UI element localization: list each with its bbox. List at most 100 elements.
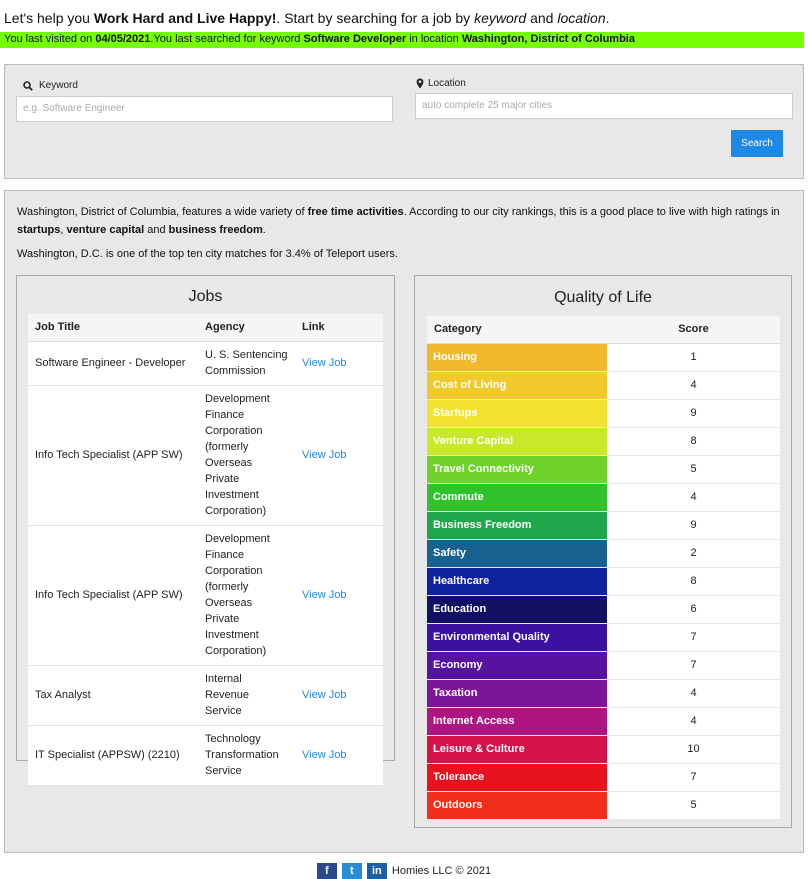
job-title: Info Tech Specialist (APP SW) bbox=[28, 385, 198, 526]
job-link-cell: View Job bbox=[295, 525, 383, 666]
qol-score: 2 bbox=[607, 539, 780, 568]
qol-category: Venture Capital bbox=[427, 427, 607, 456]
job-agency: Development Finance Corporation (formerl… bbox=[198, 525, 295, 666]
facebook-icon[interactable]: f bbox=[316, 863, 337, 879]
qol-title: Quality of Life bbox=[554, 289, 652, 306]
qol-row: Internet Access 4 bbox=[427, 707, 780, 736]
view-job-link[interactable]: View Job bbox=[302, 689, 346, 701]
search-button[interactable]: Search bbox=[731, 130, 783, 157]
qol-category: Taxation bbox=[427, 679, 607, 708]
qol-row: Outdoors 5 bbox=[427, 791, 780, 820]
location-input[interactable]: auto complete 25 major cities bbox=[415, 93, 793, 119]
qol-category: Safety bbox=[427, 539, 607, 568]
qol-row: Environmental Quality 7 bbox=[427, 623, 780, 652]
qol-row: Leisure & Culture 10 bbox=[427, 735, 780, 764]
qol-score: 10 bbox=[607, 735, 780, 764]
qol-row: Economy 7 bbox=[427, 651, 780, 680]
job-agency: Internal Revenue Service bbox=[198, 665, 295, 726]
search-panel: Keyword e.g. Software Engineer Location … bbox=[4, 64, 804, 179]
qol-category: Housing bbox=[427, 343, 607, 372]
qol-row: Tolerance 7 bbox=[427, 763, 780, 792]
qol-category: Cost of Living bbox=[427, 371, 607, 400]
view-job-link[interactable]: View Job bbox=[302, 449, 346, 461]
qol-category: Startups bbox=[427, 399, 607, 428]
job-link-cell: View Job bbox=[295, 341, 383, 386]
qol-score: 7 bbox=[607, 763, 780, 792]
qol-category: Environmental Quality bbox=[427, 623, 607, 652]
job-agency: U. S. Sentencing Commission bbox=[198, 341, 295, 386]
col-link: Link bbox=[295, 314, 383, 342]
col-category: Category bbox=[427, 316, 607, 344]
job-link-cell: View Job bbox=[295, 725, 383, 786]
last-visit-date: 04/05/2021 bbox=[95, 33, 151, 45]
qol-score: 8 bbox=[607, 567, 780, 596]
qol-category: Commute bbox=[427, 483, 607, 512]
qol-row: Taxation 4 bbox=[427, 679, 780, 708]
qol-table: Category Score Housing 1 Cost of Living 4 St… bbox=[427, 316, 780, 820]
linkedin-icon[interactable]: in bbox=[366, 863, 387, 879]
qol-score: 5 bbox=[607, 455, 780, 484]
twitter-icon[interactable]: t bbox=[341, 863, 362, 879]
intro-text: and bbox=[526, 10, 558, 26]
job-agency: Technology Transformation Service bbox=[198, 725, 295, 786]
quality-of-life-card: Quality of Life Category Score Housing 1 C… bbox=[414, 275, 792, 828]
location-label: Location bbox=[416, 78, 466, 89]
intro-keyword: keyword bbox=[474, 10, 527, 26]
job-title: Software Engineer - Developer bbox=[28, 341, 198, 386]
teleport-match-text: Washington, D.C. is one of the top ten c… bbox=[17, 248, 398, 260]
qol-category: Leisure & Culture bbox=[427, 735, 607, 764]
view-job-link[interactable]: View Job bbox=[302, 749, 346, 761]
intro-slogan: Work Hard and Live Happy! bbox=[93, 10, 277, 26]
job-link-cell: View Job bbox=[295, 665, 383, 726]
qol-category: Business Freedom bbox=[427, 511, 607, 540]
intro-text: . Start by searching for a job by bbox=[276, 10, 475, 26]
col-job-title: Job Title bbox=[28, 314, 198, 342]
qol-row: Healthcare 8 bbox=[427, 567, 780, 596]
jobs-title: Jobs bbox=[188, 288, 223, 305]
last-search-keyword: Software Developer bbox=[303, 33, 407, 45]
qol-category: Internet Access bbox=[427, 707, 607, 736]
qol-header-row: Category Score bbox=[427, 316, 780, 344]
job-link-cell: View Job bbox=[295, 385, 383, 526]
qol-score: 4 bbox=[607, 707, 780, 736]
qol-score: 6 bbox=[607, 595, 780, 624]
qol-score: 4 bbox=[607, 679, 780, 708]
jobs-card: Jobs Job Title Agency Link Software Engi… bbox=[16, 275, 395, 786]
qol-row: Startups 9 bbox=[427, 399, 780, 428]
view-job-link[interactable]: View Job bbox=[302, 357, 346, 369]
qol-row: Cost of Living 4 bbox=[427, 371, 780, 400]
intro-heading: Let's help you Work Hard and Live Happy!… bbox=[4, 10, 610, 26]
search-icon bbox=[23, 80, 33, 91]
qol-category: Outdoors bbox=[427, 791, 607, 820]
qol-row: Venture Capital 8 bbox=[427, 427, 780, 456]
job-title: IT Specialist (APPSW) (2210) bbox=[28, 725, 198, 786]
qol-row: Housing 1 bbox=[427, 343, 780, 372]
city-summary: Washington, District of Columbia, featur… bbox=[17, 206, 780, 236]
job-row: IT Specialist (APPSW) (2210) Technology T… bbox=[28, 725, 383, 786]
qol-score: 8 bbox=[607, 427, 780, 456]
last-visit-banner: You last visited on 04/05/2021.You last … bbox=[0, 32, 804, 48]
qol-category: Education bbox=[427, 595, 607, 624]
footer: f t in Homies LLC © 2021 bbox=[0, 863, 808, 879]
jobs-table-wrap: Job Title Agency Link Software Engineer … bbox=[28, 314, 383, 786]
keyword-label: Keyword bbox=[23, 80, 78, 91]
qol-score: 9 bbox=[607, 399, 780, 428]
job-agency: Development Finance Corporation (formerl… bbox=[198, 385, 295, 526]
qol-score: 7 bbox=[607, 623, 780, 652]
jobs-table: Job Title Agency Link Software Engineer … bbox=[28, 314, 383, 786]
results-panel: Washington, District of Columbia, featur… bbox=[4, 190, 804, 853]
job-row: Software Engineer - Developer U. S. Sente… bbox=[28, 341, 383, 386]
qol-row: Travel Connectivity 5 bbox=[427, 455, 780, 484]
view-job-link[interactable]: View Job bbox=[302, 589, 346, 601]
qol-category: Tolerance bbox=[427, 763, 607, 792]
job-title: Tax Analyst bbox=[28, 665, 198, 726]
job-row: Info Tech Specialist (APP SW) Development… bbox=[28, 385, 383, 526]
qol-score: 7 bbox=[607, 651, 780, 680]
map-marker-icon bbox=[416, 78, 424, 89]
qol-category: Healthcare bbox=[427, 567, 607, 596]
qol-score: 4 bbox=[607, 371, 780, 400]
keyword-input[interactable]: e.g. Software Engineer bbox=[16, 96, 393, 122]
col-score: Score bbox=[607, 316, 780, 344]
qol-row: Safety 2 bbox=[427, 539, 780, 568]
job-row: Info Tech Specialist (APP SW) Development… bbox=[28, 525, 383, 666]
